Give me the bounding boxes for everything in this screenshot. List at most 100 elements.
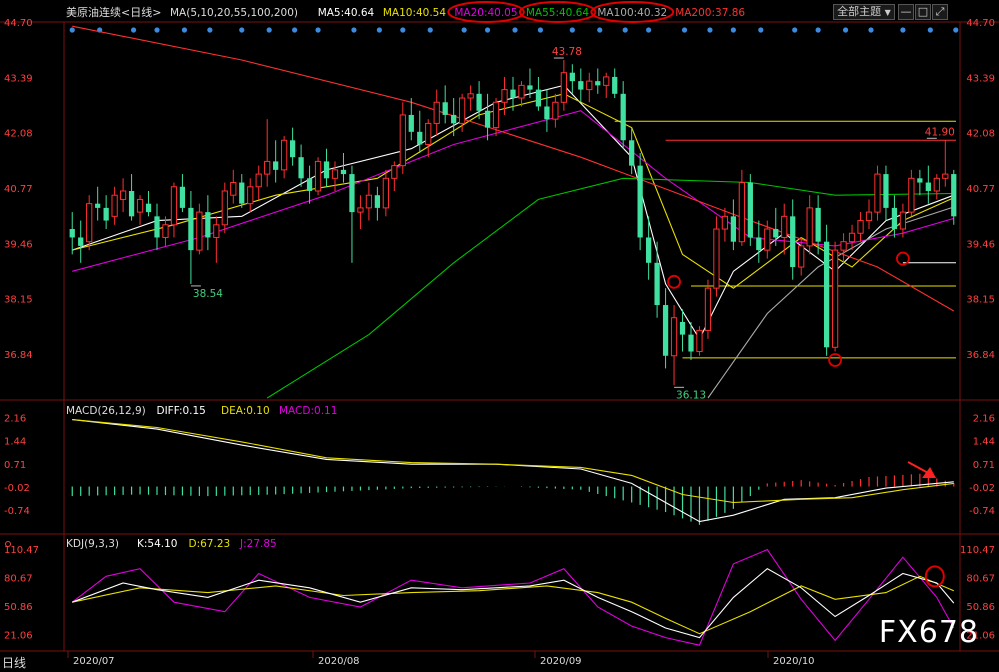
candle-body (764, 228, 771, 251)
xaxis-label: 2020/09 (540, 656, 582, 667)
kdj-legend-3: J:27.85 (239, 538, 277, 550)
price-tick-right: 39.46 (966, 239, 995, 250)
candle-body (527, 85, 533, 90)
candle-body (196, 211, 203, 251)
event-dot (927, 27, 933, 33)
candle-body (874, 173, 881, 213)
theme-selector[interactable]: 全部主题 ▼ (833, 4, 895, 20)
candle-body (713, 228, 720, 289)
candle-body (314, 160, 322, 192)
minimize-icon[interactable]: — (898, 4, 914, 20)
kdj-tick-left: 80.67 (4, 574, 33, 585)
tab-daily[interactable]: 日线 (2, 654, 26, 671)
event-dot (207, 27, 213, 33)
candle-body (781, 215, 788, 238)
candle-body (78, 237, 84, 246)
kdj-tick-right: 50.86 (966, 602, 995, 613)
event-dot (239, 27, 245, 33)
candle-body (484, 110, 491, 128)
macd-legend-1: DIFF:0.15 (157, 405, 206, 417)
chevron-down-icon: ▼ (884, 8, 891, 17)
candle-body (917, 178, 923, 183)
kdj-legend-1: K:54.10 (137, 538, 177, 550)
candle-body (119, 190, 127, 200)
price-tick-left: 42.08 (4, 129, 33, 140)
candle-body (798, 245, 805, 268)
xaxis-label: 2020/10 (773, 656, 815, 667)
candle-body (323, 161, 330, 179)
candle-body (569, 72, 575, 82)
candle-body (773, 229, 779, 238)
event-dot (707, 27, 713, 33)
layout-icon[interactable]: □ (915, 4, 931, 20)
event-dot (130, 27, 137, 33)
candle-body (518, 84, 525, 99)
candle-body (425, 122, 432, 146)
macd-legend-2: DEA:0.10 (221, 405, 270, 417)
candle-body (340, 169, 347, 175)
macd-tick-left: -0.74 (4, 506, 30, 517)
candle-body (857, 220, 864, 234)
candle-body (103, 207, 109, 221)
candle-body (637, 165, 643, 238)
candle-body (840, 241, 847, 251)
candle-body (908, 177, 915, 213)
candle-body (704, 287, 712, 331)
candle-body (128, 190, 135, 217)
candle-body (629, 140, 635, 166)
candle-body (170, 186, 178, 226)
candle-body (154, 216, 160, 238)
candle-body (408, 114, 414, 132)
price-annotation: 36.13 (676, 389, 706, 401)
theme-selector-label: 全部主题 (837, 5, 882, 18)
candle-body (213, 224, 220, 238)
event-dot (815, 27, 821, 33)
kdj-tick-left: 21.06 (4, 631, 33, 642)
candle-body (899, 211, 907, 230)
candle-body (612, 76, 618, 94)
candle-body (205, 212, 211, 238)
event-dot (351, 27, 357, 33)
candle-body (645, 237, 652, 263)
candle-body (620, 93, 626, 141)
candle-body (239, 182, 245, 204)
candle-body (230, 182, 237, 196)
event-dot (461, 27, 467, 33)
kdj-tick-right: 80.67 (966, 574, 995, 585)
price-tick-left: 39.46 (4, 239, 33, 250)
candle-body (306, 178, 313, 191)
expand-icon[interactable]: ⤢ (932, 4, 948, 20)
candle-body (273, 161, 279, 170)
event-dot (537, 27, 544, 33)
candle-body (289, 140, 296, 158)
candle-body (721, 215, 729, 230)
price-tick-left: 36.84 (4, 350, 33, 361)
event-dot (315, 27, 321, 33)
candle-body (86, 203, 93, 243)
price-tick-right: 42.08 (966, 129, 995, 140)
candle-body (586, 80, 593, 91)
event-dot (484, 27, 491, 33)
candle-body (111, 194, 118, 217)
price-tick-right: 40.77 (966, 184, 995, 195)
candle-body (510, 89, 516, 99)
price-tick-right: 38.15 (966, 295, 995, 306)
candle-body (670, 317, 678, 357)
macd-tick-right: -0.74 (969, 506, 995, 517)
candle-body (831, 249, 839, 348)
candle-body (951, 174, 957, 217)
candle-body (696, 329, 703, 353)
event-dot (953, 27, 959, 33)
event-dot (69, 27, 75, 33)
candle-body (552, 101, 559, 120)
candle-body (467, 93, 474, 99)
kdj-legend-0: KDJ(9,3,3) (66, 538, 119, 550)
price-tick-right: 43.39 (966, 73, 995, 84)
candle-body (492, 101, 500, 129)
candle-body (603, 76, 610, 86)
candle-body (264, 160, 271, 175)
event-dot (181, 27, 188, 33)
candle-body (747, 182, 753, 238)
candle-body (848, 232, 856, 243)
candle-body (544, 106, 550, 120)
